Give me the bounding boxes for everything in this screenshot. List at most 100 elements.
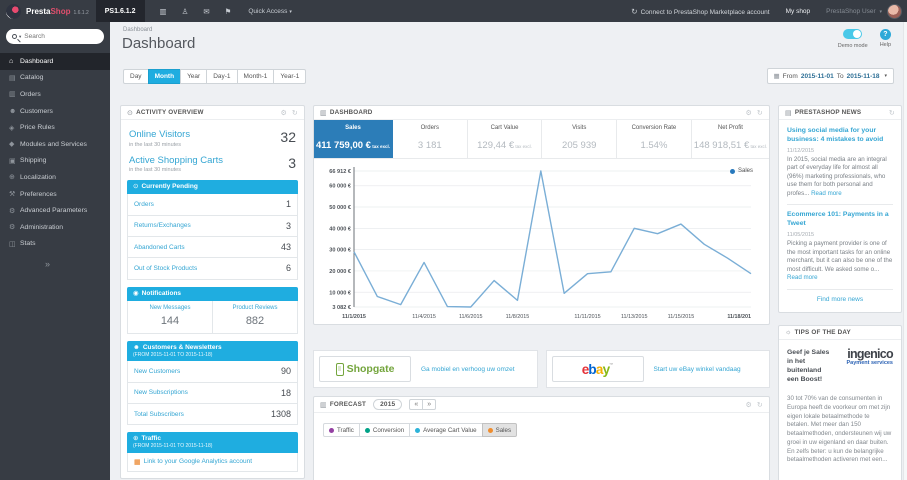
activity-metric-online-visitors[interactable]: Online Visitors in the last 30 minutes 32 [129, 129, 296, 148]
range-button-year[interactable]: Year [180, 68, 208, 84]
range-button-day[interactable]: Day [123, 68, 149, 84]
customer-icon[interactable]: ♙ [182, 7, 189, 16]
breadcrumb[interactable]: Dashboard [123, 27, 907, 33]
metric-text: Online Visitors in the last 30 minutes [129, 129, 190, 148]
sidebar-item-stats[interactable]: ◫ Stats [0, 236, 110, 253]
sidebar-item-shipping[interactable]: ▣ Shipping [0, 153, 110, 170]
forecast-next-button[interactable]: » [422, 399, 437, 410]
shopgate-link[interactable]: Ga mobiel en verhoog uw omzet [411, 366, 532, 373]
trademark-symbol: ™ [609, 361, 614, 367]
forecast-legend-sales[interactable]: Sales [481, 423, 518, 437]
gear-icon[interactable]: ⚙ [745, 401, 751, 409]
stat-row-out-of-stock-products[interactable]: Out of Stock Products 6 [127, 258, 298, 280]
sidebar-item-price-rules[interactable]: ◈ Price Rules [0, 119, 110, 136]
metric-value: 32 [280, 129, 296, 145]
gear-icon[interactable]: ⚙ [745, 109, 751, 117]
stat-row-orders[interactable]: Orders 1 [127, 194, 298, 216]
cart-icon[interactable]: ▥ [160, 7, 167, 16]
legend-label: Conversion [372, 426, 405, 434]
stat-row-abandoned-carts[interactable]: Abandoned Carts 43 [127, 236, 298, 259]
sidebar-item-dashboard[interactable]: ⌂ Dashboard [0, 53, 110, 70]
sidebar-item-localization[interactable]: ⊕ Localization [0, 169, 110, 186]
range-button-month-1[interactable]: Month-1 [236, 68, 275, 84]
forecast-legend-conversion[interactable]: Conversion [358, 423, 411, 437]
read-more-link[interactable]: Read more [787, 274, 818, 281]
find-more-news-link[interactable]: Find more news [787, 296, 893, 303]
refresh-icon[interactable]: ↻ [757, 401, 763, 409]
stat-label: Returns/Exchanges [134, 222, 191, 230]
stat-row-new-customers[interactable]: New Customers 90 [127, 361, 298, 383]
ebay-banner[interactable]: ebay™ Start uw eBay winkel vandaag [545, 350, 770, 388]
kpi-visits[interactable]: Visits 205 939 [542, 120, 618, 158]
forecast-prev-button[interactable]: « [409, 399, 424, 410]
refresh-icon[interactable]: ↻ [757, 109, 763, 117]
marketplace-link[interactable]: ↻ Connect to PrestaShop Marketplace accou… [631, 7, 769, 16]
range-button-day-1[interactable]: Day-1 [206, 68, 238, 84]
stat-label: Out of Stock Products [134, 264, 198, 272]
sidebar-item-label: Catalog [20, 74, 44, 82]
stat-row-total-subscribers[interactable]: Total Subscribers 1308 [127, 403, 298, 426]
sidebar-collapse-button[interactable]: » [45, 259, 110, 269]
sidebar-item-preferences[interactable]: ⚒ Preferences [0, 186, 110, 203]
sidebar: ▾ ⌂ Dashboard ▤ Catalog ▥ Orders ☻Customers ◈ Pr… [0, 22, 110, 480]
forecast-legend: Traffic Conversion Average Cart Value Sales [323, 423, 769, 437]
user-menu[interactable]: PrestaShop User ▾ [826, 8, 882, 15]
refresh-icon[interactable]: ↻ [889, 109, 895, 117]
sidebar-item-administration[interactable]: ⚙ Administration [0, 219, 110, 236]
svg-text:66 912 €: 66 912 € [329, 169, 352, 175]
sales-legend-dot [729, 168, 735, 174]
gear-icon[interactable]: ⚙ [280, 109, 286, 117]
prestashop-logo[interactable] [6, 3, 21, 19]
forecast-year-badge[interactable]: 2015 [373, 399, 403, 410]
chevron-down-icon[interactable]: ▾ [19, 34, 21, 40]
message-icon[interactable]: ✉ [203, 7, 209, 16]
quick-access-menu[interactable]: Quick Access ▾ [248, 8, 292, 15]
legend-label: Average Cart Value [423, 426, 477, 434]
activity-metric-active-shopping-carts[interactable]: Active Shopping Carts in the last 30 minu… [129, 155, 296, 174]
shipping-icon: ▣ [9, 157, 16, 165]
news-article-title[interactable]: Using social media for your business: 4 … [787, 127, 893, 145]
shop-version-tab[interactable]: PS1.6.1.2 [95, 0, 145, 22]
sidebar-item-advanced-parameters[interactable]: ⚙ Advanced Parameters [0, 202, 110, 219]
refresh-icon[interactable]: ↻ [292, 109, 298, 117]
notification-product-reviews[interactable]: Product Reviews 882 [212, 300, 297, 333]
flag-icon[interactable]: ⚑ [225, 7, 232, 16]
currently-pending-section: ⊙ Currently Pending Orders 1 Returns/Exchan… [127, 180, 298, 280]
range-button-month[interactable]: Month [147, 68, 182, 84]
svg-text:30 000 €: 30 000 € [329, 248, 352, 254]
kpi-cart-value[interactable]: Cart Value 129,44 € tax excl. [468, 120, 543, 158]
news-article-title[interactable]: Ecommerce 101: Payments in a Tweet [787, 211, 893, 229]
stat-row-new-subscriptions[interactable]: New Subscriptions 18 [127, 382, 298, 404]
read-more-link[interactable]: Read more [811, 190, 842, 197]
forecast-legend-average-cart-value[interactable]: Average Cart Value [409, 423, 483, 437]
shopgate-banner[interactable]: Shopgate Ga mobiel en verhoog uw omzet [313, 350, 538, 388]
sidebar-item-catalog[interactable]: ▤ Catalog [0, 70, 110, 87]
my-shop-link[interactable]: My shop [786, 8, 811, 15]
ebay-link[interactable]: Start uw eBay winkel vandaag [644, 366, 765, 373]
sidebar-item-modules-and-services[interactable]: ◆ Modules and Services [0, 136, 110, 153]
scrollbar[interactable] [903, 22, 907, 480]
demo-mode-control: Demo mode [838, 29, 868, 49]
forecast-legend-traffic[interactable]: Traffic [323, 423, 360, 437]
kpi-suffix: tax excl. [370, 144, 390, 149]
help-icon[interactable]: ? [879, 29, 891, 40]
stat-row-returns-exchanges[interactable]: Returns/Exchanges 3 [127, 215, 298, 237]
help-control: ? Help [880, 29, 891, 49]
avatar[interactable] [887, 3, 902, 19]
metric-label: Active Shopping Carts [129, 154, 223, 166]
sidebar-item-customers[interactable]: ☻ Customers [0, 103, 110, 120]
date-range-button[interactable]: ▦ From 2015-11-01 To 2015-11-18 ▾ [766, 68, 894, 84]
ingenico-logo[interactable]: ingenico Payment services [830, 348, 894, 367]
kpi-orders[interactable]: Orders 3 181 [393, 120, 468, 158]
sidebar-item-label: Shipping [20, 157, 47, 165]
range-button-year-1[interactable]: Year-1 [273, 68, 307, 84]
kpi-net-profit[interactable]: Net Profit 148 918,51 € tax excl. [692, 120, 769, 158]
google-analytics-link[interactable]: ▦ Link to your Google Analytics account [127, 452, 298, 472]
demo-mode-toggle[interactable] [843, 29, 863, 39]
notification-value: 144 [160, 314, 180, 327]
notification-new-messages[interactable]: New Messages 144 [128, 301, 212, 333]
sidebar-item-orders[interactable]: ▥ Orders [0, 86, 110, 103]
kpi-conversion-rate[interactable]: Conversion Rate 1.54% [617, 120, 692, 158]
search-input[interactable] [24, 33, 83, 40]
kpi-sales[interactable]: Sales 411 759,00 € tax excl. [314, 120, 393, 158]
